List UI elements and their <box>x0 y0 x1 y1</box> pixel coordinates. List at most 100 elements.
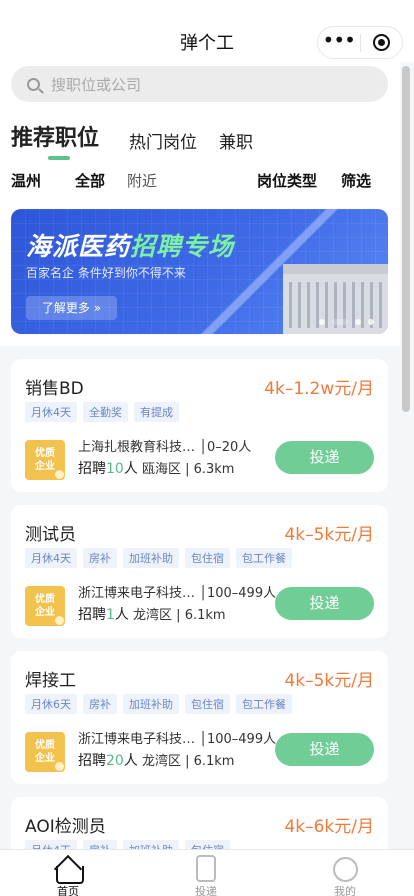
nav-bar: 弹个工 ••• <box>0 0 414 62</box>
hire-suffix: 人 <box>114 607 129 623</box>
apply-button[interactable]: 投递 <box>275 733 374 766</box>
job-card[interactable]: 测试员 4k–5k元/月 月休4天 房补 加班补助 包住宿 包工作餐 优质 企业 … <box>11 505 388 638</box>
promo-banner[interactable]: 海派医药招聘专场 百家名企 条件好到你不得不来 了解更多 » <box>11 209 388 334</box>
tabbar-label: 我的 <box>334 885 356 896</box>
badge-line1: 优质 <box>35 448 55 459</box>
job-card[interactable]: 焊接工 4k–5k元/月 月休6天 房补 加班补助 包住宿 包工作餐 优质 企业 … <box>11 651 388 784</box>
bottom-tab-bar: 首页 投递 我的 <box>0 849 414 896</box>
job-salary: 4k–5k元/月 <box>284 525 374 545</box>
banner-title: 海派医药招聘专场 <box>26 227 234 263</box>
job-title: AOI检测员 <box>25 817 106 837</box>
banner-title-main: 海派医药 <box>26 232 131 261</box>
quality-company-badge: 优质 企业 <box>25 586 65 626</box>
job-salary: 4k–5k元/月 <box>284 671 374 691</box>
job-title: 测试员 <box>25 525 76 545</box>
hire-count: 1 <box>106 607 115 623</box>
active-tab-indicator <box>48 156 70 160</box>
job-location: 龙湾区 | 6.1km <box>137 754 235 769</box>
verified-check-icon <box>55 616 64 625</box>
job-tags: 月休4天 全勤奖 有提成 <box>25 402 179 422</box>
job-location: 龙湾区 | 6.1km <box>128 608 226 623</box>
verified-check-icon <box>55 762 64 771</box>
job-tag: 月休4天 <box>25 548 77 568</box>
job-salary: 4k–6k元/月 <box>284 817 374 837</box>
tab-recommended[interactable]: 推荐职位 <box>11 120 99 152</box>
job-tag: 包住宿 <box>185 694 230 714</box>
banner-subtitle: 百家名企 条件好到你不得不来 <box>26 266 186 280</box>
scrollbar[interactable] <box>402 66 410 412</box>
job-title: 销售BD <box>25 379 84 399</box>
quality-company-badge: 优质 企业 <box>25 440 65 480</box>
filter-nearby[interactable]: 附近 <box>127 170 157 191</box>
hire-prefix: 招聘 <box>78 607 106 623</box>
tabbar-icon-wrap <box>28 854 108 884</box>
more-dots-icon[interactable]: ••• <box>318 30 360 53</box>
banner-dot[interactable] <box>319 319 325 325</box>
hire-info: 招聘1人 龙湾区 | 6.1km <box>78 604 226 624</box>
apply-button[interactable]: 投递 <box>275 441 374 474</box>
banner-title-accent: 招聘专场 <box>130 232 235 261</box>
header-section: 搜职位或公司 推荐职位 热门岗位 兼职 温州 全部 附近 岗位类型 筛选 海派医… <box>0 62 400 346</box>
badge-line2: 企业 <box>35 607 55 618</box>
document-icon <box>196 855 216 882</box>
job-tag: 加班补助 <box>123 694 179 714</box>
filter-row: 温州 全部 附近 岗位类型 筛选 <box>0 170 400 194</box>
banner-dot[interactable] <box>355 319 361 325</box>
city-selector[interactable]: 温州 <box>11 170 41 191</box>
hire-info: 招聘10人 瓯海区 | 6.3km <box>78 458 234 478</box>
job-tag: 包工作餐 <box>236 694 292 714</box>
job-type-filter[interactable]: 岗位类型 <box>257 170 317 191</box>
job-tag: 房补 <box>83 548 117 568</box>
job-tag: 包住宿 <box>185 548 230 568</box>
miniprogram-capsule: ••• <box>317 26 403 59</box>
job-tag: 房补 <box>83 694 117 714</box>
banner-building-image <box>283 274 388 334</box>
badge-line1: 优质 <box>35 740 55 751</box>
search-input[interactable]: 搜职位或公司 <box>11 66 388 102</box>
job-card[interactable]: 销售BD 4k–1.2w元/月 月休4天 全勤奖 有提成 优质企业 上海扎根教育… <box>11 359 388 492</box>
hire-count: 10 <box>106 461 124 477</box>
tabbar-profile[interactable]: 我的 <box>305 854 385 896</box>
job-tags: 月休6天 房补 加班补助 包住宿 包工作餐 <box>25 694 292 714</box>
filter-button[interactable]: 筛选 <box>341 170 371 191</box>
company-info: 浙江博来电子科技… │100–499人 <box>78 732 277 747</box>
job-tag: 月休6天 <box>25 694 77 714</box>
tabbar-icon-wrap <box>166 854 246 882</box>
tabbar-label: 投递 <box>195 885 217 896</box>
job-salary: 4k–1.2w元/月 <box>264 379 374 399</box>
banner-dot-active[interactable] <box>332 319 348 325</box>
banner-building-roof <box>283 264 388 274</box>
company-info: 上海扎根教育科技… │0–20人 <box>78 440 252 455</box>
tabbar-icon-wrap <box>305 854 385 882</box>
badge-line2: 企业 <box>35 753 55 764</box>
tab-part-time[interactable]: 兼职 <box>219 128 253 153</box>
hire-info: 招聘20人 龙湾区 | 6.1km <box>78 750 234 770</box>
tabbar-applications[interactable]: 投递 <box>166 854 246 896</box>
filter-all[interactable]: 全部 <box>75 170 105 191</box>
hire-suffix: 人 <box>123 461 138 477</box>
banner-learn-more-button[interactable]: 了解更多 » <box>26 296 117 320</box>
target-icon[interactable] <box>360 34 402 51</box>
hire-prefix: 招聘 <box>78 461 106 477</box>
tab-hot-positions[interactable]: 热门岗位 <box>129 128 197 153</box>
verified-check-icon <box>55 470 64 479</box>
apply-button[interactable]: 投递 <box>275 587 374 620</box>
job-tag: 月休4天 <box>25 402 77 422</box>
job-tag: 包工作餐 <box>236 548 292 568</box>
job-tag: 全勤奖 <box>83 402 128 422</box>
badge-line2: 企业 <box>35 461 55 472</box>
profile-icon <box>332 857 358 882</box>
banner-pagination <box>319 319 374 325</box>
search-placeholder: 搜职位或公司 <box>51 75 142 94</box>
hire-prefix: 招聘 <box>78 753 106 769</box>
tabbar-home[interactable]: 首页 <box>28 854 108 896</box>
job-tags: 月休4天 房补 加班补助 包住宿 包工作餐 <box>25 548 292 568</box>
quality-company-badge: 优质 企业 <box>25 732 65 772</box>
badge-line1: 优质 <box>35 594 55 605</box>
hire-count: 20 <box>106 753 124 769</box>
company-info: 浙江博来电子科技… │100–499人 <box>78 586 277 601</box>
job-location: 瓯海区 | 6.3km <box>137 462 235 477</box>
home-icon <box>54 855 84 884</box>
banner-dot[interactable] <box>368 319 374 325</box>
job-tag: 加班补助 <box>123 548 179 568</box>
